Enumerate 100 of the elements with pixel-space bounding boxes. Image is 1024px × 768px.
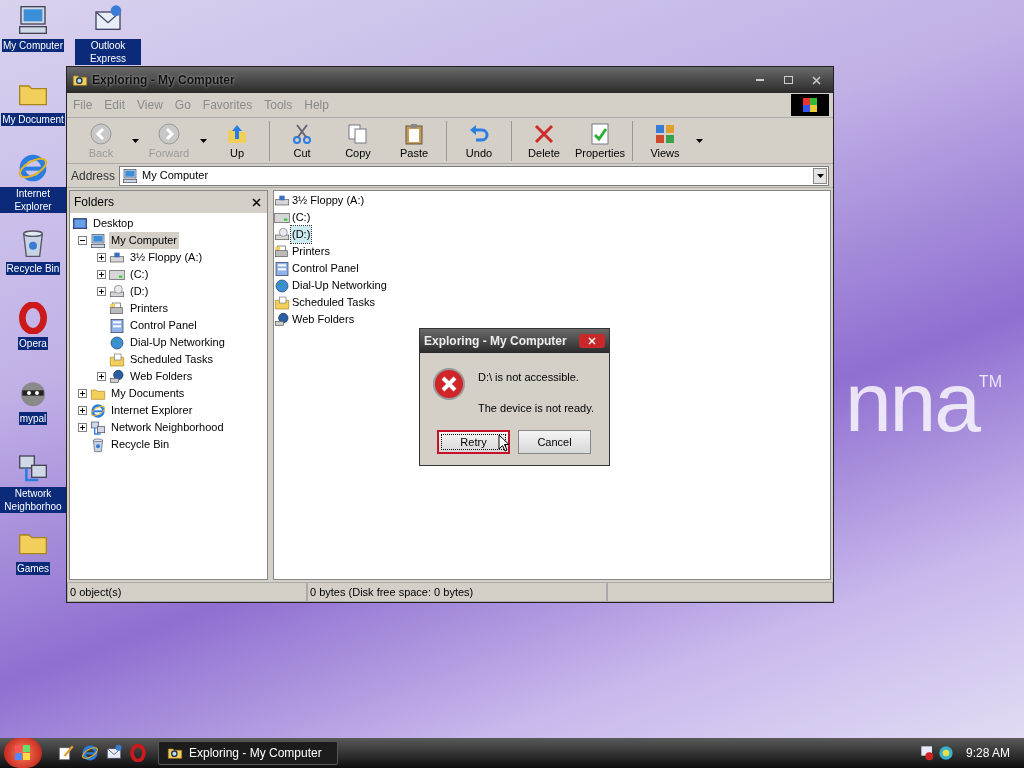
caret-icon <box>816 173 824 178</box>
desktop-icon-label[interactable]: My Computer <box>2 39 64 52</box>
drive-list-item[interactable]: Printers <box>291 243 331 260</box>
toolbar-button[interactable]: Undo <box>451 119 507 162</box>
desktop-icon-label[interactable]: Games <box>15 562 51 575</box>
tree-item[interactable]: My Computer <box>109 232 180 249</box>
wallpaper-trademark: TM <box>978 372 1002 390</box>
web-folder-icon <box>109 368 125 385</box>
task-folder-icon <box>109 351 125 368</box>
drive-list-item[interactable]: 3½ Floppy (A:) <box>291 192 366 209</box>
tray-icon <box>919 745 936 761</box>
expand-toggle[interactable] <box>78 389 87 398</box>
mouse-pointer-icon <box>498 434 510 452</box>
toolbar-button[interactable]: Delete <box>516 119 572 162</box>
desktop-icon-label[interactable]: mypal <box>18 412 48 425</box>
dialog-button[interactable]: Cancel <box>518 430 591 454</box>
o-logo-icon <box>17 302 49 334</box>
computer-icon <box>90 232 106 249</box>
desktop-icon <box>72 215 88 232</box>
desktop-icon-label[interactable]: Opera <box>18 337 48 350</box>
scissors-icon <box>290 122 314 146</box>
quick-launch-button[interactable] <box>80 743 100 763</box>
network-computers-icon <box>90 419 106 436</box>
collapse-toggle[interactable] <box>78 236 87 245</box>
tree-item[interactable]: Printers <box>128 300 170 317</box>
close-icon <box>811 75 821 85</box>
desktop-icon-label[interactable]: Network Neighborhoo <box>0 487 66 513</box>
taskbar-task[interactable]: Exploring - My Computer <box>158 741 338 765</box>
toolbar-button[interactable]: Properties <box>572 119 628 162</box>
expand-toggle[interactable] <box>78 406 87 415</box>
minimize-icon <box>756 79 764 81</box>
quick-launch-button[interactable] <box>56 743 76 763</box>
tree-item[interactable]: My Documents <box>109 385 187 402</box>
computer-icon <box>17 4 49 36</box>
dialog-message: The device is not ready. <box>478 400 594 416</box>
caret-icon <box>199 138 207 143</box>
desktop-icon-label[interactable]: My Document <box>1 113 65 126</box>
tree-item[interactable]: Scheduled Tasks <box>128 351 215 368</box>
drive-list-item[interactable]: Dial-Up Networking <box>291 277 388 294</box>
tree-item[interactable]: Dial-Up Networking <box>128 334 227 351</box>
expand-toggle[interactable] <box>97 253 106 262</box>
copy-icon <box>346 122 370 146</box>
drive-list-item[interactable]: Scheduled Tasks <box>291 294 376 311</box>
toolbar-button[interactable]: Up <box>209 119 265 162</box>
dialog-button[interactable]: Retry <box>437 430 510 454</box>
dropdown-button[interactable] <box>813 167 827 184</box>
cd-drive-icon <box>274 226 290 243</box>
caret-icon <box>131 138 139 143</box>
close-button[interactable] <box>249 195 263 209</box>
delete-x-icon <box>532 122 556 146</box>
close-button[interactable] <box>579 334 605 348</box>
drive-list-item[interactable]: (D:) <box>291 226 312 243</box>
drive-list-item[interactable]: Web Folders <box>291 311 356 328</box>
tree-item[interactable]: Network Neighborhood <box>109 419 226 436</box>
address-label: Address <box>71 167 116 185</box>
tree-item[interactable]: Recycle Bin <box>109 436 172 453</box>
expand-toggle[interactable] <box>97 287 106 296</box>
toolbar-button[interactable]: Views <box>637 119 693 162</box>
status-text: 0 bytes (Disk free space: 0 bytes) <box>307 582 607 602</box>
expand-toggle[interactable] <box>78 423 87 432</box>
caret-icon <box>695 138 703 143</box>
tray-icon <box>937 745 954 761</box>
address-field[interactable]: My Computer <box>119 165 829 186</box>
e-globe-icon <box>81 744 99 762</box>
explorer-folder-icon <box>72 72 88 88</box>
control-panel-icon <box>109 317 125 334</box>
desktop-icon-label[interactable]: Outlook Express <box>75 39 141 65</box>
desktop-icon-label[interactable]: Internet Explorer <box>0 187 66 213</box>
expand-toggle[interactable] <box>97 270 106 279</box>
drive-list-item[interactable]: (C:) <box>291 209 312 226</box>
maximize-icon <box>783 76 793 84</box>
views-grid-icon <box>653 122 677 146</box>
tree-item[interactable]: 3½ Floppy (A:) <box>128 249 205 266</box>
start-button[interactable] <box>4 738 42 768</box>
explorer-folder-icon <box>167 745 183 761</box>
toolbar-button[interactable]: Paste <box>386 119 442 162</box>
dialog-message: D:\ is not accessible. <box>478 370 580 385</box>
recycle-bin-icon <box>90 436 106 453</box>
expand-toggle[interactable] <box>97 372 106 381</box>
envelope-icon <box>105 744 123 762</box>
drive-list-item[interactable]: Control Panel <box>291 260 360 277</box>
tree-item[interactable]: Web Folders <box>128 368 195 385</box>
windows-flag-icon <box>15 745 31 761</box>
clipboard-icon <box>402 122 426 146</box>
network-computers-icon <box>17 452 49 484</box>
close-icon <box>588 337 596 345</box>
web-folder-icon <box>274 311 290 328</box>
toolbar-button[interactable]: Cut <box>274 119 330 162</box>
toolbar-button[interactable]: Copy <box>330 119 386 162</box>
window-title: Exploring - My Computer <box>92 72 236 89</box>
tree-item[interactable]: (D:) <box>128 283 151 300</box>
e-globe-icon <box>17 152 49 184</box>
tree-item[interactable]: Internet Explorer <box>109 402 195 419</box>
status-text: 0 object(s) <box>67 582 307 602</box>
dialog-title: Exploring - My Computer <box>424 333 568 350</box>
desktop-icon-label[interactable]: Recycle Bin <box>5 262 61 275</box>
tree-item[interactable]: Desktop <box>91 215 136 232</box>
globe-icon <box>274 277 290 294</box>
tree-item[interactable]: (C:) <box>128 266 151 283</box>
tree-item[interactable]: Control Panel <box>128 317 199 334</box>
